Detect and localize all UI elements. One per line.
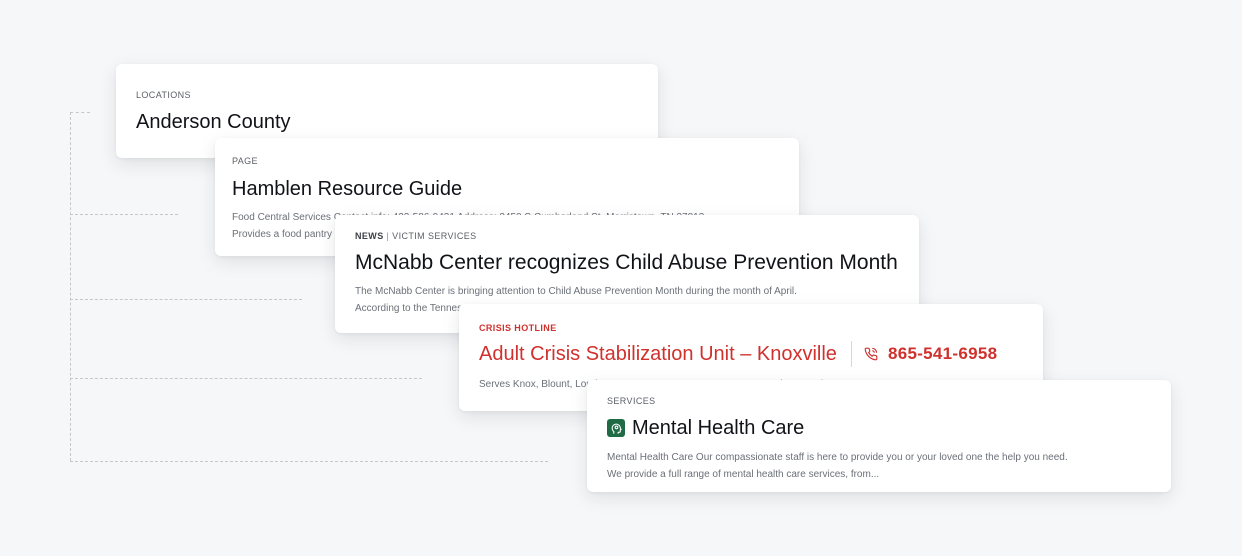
crisis-title-row: Adult Crisis Stabilization Unit – Knoxvi… bbox=[479, 341, 1023, 367]
service-title-row: Mental Health Care bbox=[607, 415, 1151, 441]
phone-number-link[interactable]: 865-541-6958 bbox=[888, 344, 997, 364]
result-description-line: The McNabb Center is bringing attention … bbox=[355, 286, 797, 297]
tree-connector-branch-3 bbox=[70, 299, 302, 300]
result-title[interactable]: Adult Crisis Stabilization Unit – Knoxvi… bbox=[479, 341, 837, 367]
divider bbox=[850, 341, 852, 367]
result-description-line: We provide a full range of mental health… bbox=[607, 469, 880, 480]
phone-icon bbox=[864, 347, 878, 361]
result-title[interactable]: Anderson County bbox=[136, 109, 638, 135]
head-brain-icon bbox=[607, 419, 625, 437]
result-type-label: CRISIS HOTLINE bbox=[479, 323, 557, 333]
result-category: VICTIM SERVICES bbox=[392, 231, 477, 241]
tree-connector-vertical bbox=[70, 112, 71, 461]
result-type-label: NEWS | VICTIM SERVICES bbox=[355, 231, 899, 242]
result-title[interactable]: Mental Health Care bbox=[632, 415, 804, 441]
result-title[interactable]: McNabb Center recognizes Child Abuse Pre… bbox=[355, 250, 899, 276]
result-type: NEWS bbox=[355, 231, 384, 241]
result-description: Mental Health Care Our compassionate sta… bbox=[607, 449, 1151, 483]
tree-connector-branch-4 bbox=[70, 378, 422, 379]
result-type-label: SERVICES bbox=[607, 396, 656, 406]
result-description-line: Mental Health Care Our compassionate sta… bbox=[607, 452, 1068, 463]
result-type-label: LOCATIONS bbox=[136, 90, 191, 100]
tree-connector-branch-5 bbox=[70, 461, 548, 462]
result-title[interactable]: Hamblen Resource Guide bbox=[232, 176, 779, 202]
result-card-services[interactable]: SERVICES Mental Health Care Mental Healt… bbox=[587, 380, 1171, 492]
tree-connector-branch-2 bbox=[70, 214, 178, 215]
result-type-label: PAGE bbox=[232, 156, 258, 166]
result-type-separator: | bbox=[386, 231, 390, 241]
tree-connector-branch-1 bbox=[70, 112, 90, 113]
